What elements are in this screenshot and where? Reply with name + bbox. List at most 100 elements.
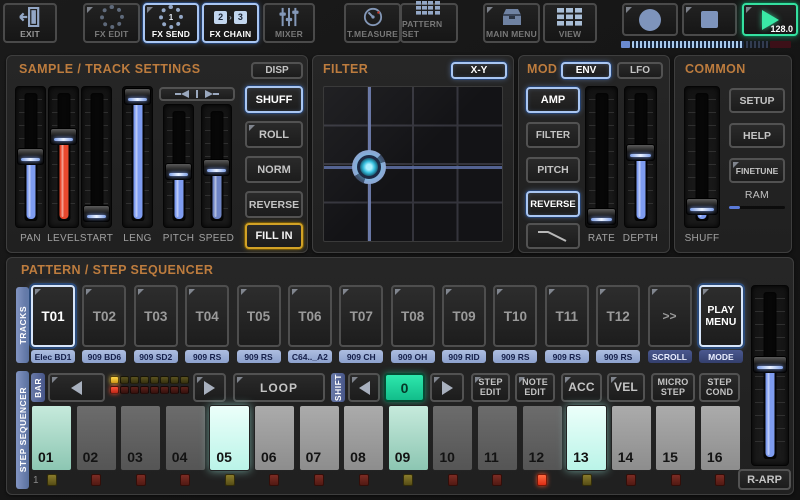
track-button-t10[interactable]: T10 xyxy=(493,285,537,347)
track-button-t02[interactable]: T02 xyxy=(82,285,126,347)
xy-mode-button[interactable]: X-Y xyxy=(451,62,507,79)
loop-button[interactable]: LOOP xyxy=(233,373,325,402)
mod-envelope-shape-button[interactable] xyxy=(526,223,580,249)
disp-button[interactable]: DISP xyxy=(251,62,303,79)
track-button-t08[interactable]: T08 xyxy=(391,285,435,347)
note-edit-button[interactable]: NOTEEDIT xyxy=(515,373,555,402)
speed-slider[interactable] xyxy=(201,104,232,228)
track-button-t11[interactable]: T11 xyxy=(545,285,589,347)
help-button[interactable]: HELP xyxy=(729,123,785,148)
track-button-t05[interactable]: T05 xyxy=(237,285,281,347)
record-button[interactable] xyxy=(622,3,678,36)
reverse-button[interactable]: REVERSE xyxy=(245,191,303,218)
sample-select-arrows[interactable] xyxy=(159,87,235,101)
bar-next-button[interactable] xyxy=(193,373,226,402)
mod-pitch-button[interactable]: PITCH xyxy=(526,157,580,183)
bar-indicator-icon[interactable] xyxy=(150,386,159,394)
step-pad-04[interactable]: 04 xyxy=(165,405,206,471)
step-pad-05[interactable]: 05 xyxy=(209,405,250,471)
step-pad-10[interactable]: 10 xyxy=(432,405,473,471)
bar-prev-button[interactable] xyxy=(48,373,105,402)
step-pad-08[interactable]: 08 xyxy=(343,405,384,471)
step-pad-06[interactable]: 06 xyxy=(254,405,295,471)
shuff-button[interactable]: SHUFF xyxy=(245,86,303,113)
view-button[interactable]: VIEW xyxy=(543,3,597,43)
step-pad-07[interactable]: 07 xyxy=(299,405,340,471)
tab-env[interactable]: ENV xyxy=(561,62,611,79)
bar-select-grid[interactable] xyxy=(110,376,189,394)
exit-button[interactable]: EXIT xyxy=(3,3,57,43)
bar-indicator-icon[interactable] xyxy=(140,376,149,384)
track-button-t06[interactable]: T06 xyxy=(288,285,332,347)
step-edit-button[interactable]: STEPEDIT xyxy=(471,373,510,402)
bar-indicator-icon[interactable] xyxy=(110,386,119,394)
step-pad-16[interactable]: 16 xyxy=(700,405,741,471)
start-slider[interactable] xyxy=(81,86,112,228)
fill-in-button[interactable]: FILL IN xyxy=(245,223,303,249)
stop-button[interactable] xyxy=(682,3,737,36)
bar-indicator-icon[interactable] xyxy=(150,376,159,384)
velocity-button[interactable]: VEL xyxy=(607,373,645,402)
play-button[interactable]: 128.0 xyxy=(742,3,798,36)
bar-indicator-icon[interactable] xyxy=(160,386,169,394)
bar-indicator-icon[interactable] xyxy=(160,376,169,384)
shift-prev-button[interactable] xyxy=(348,373,380,402)
bar-indicator-icon[interactable] xyxy=(170,386,179,394)
mod-filter-button[interactable]: FILTER xyxy=(526,122,580,148)
step-cond-button[interactable]: STEPCOND xyxy=(699,373,740,402)
track-button-t07[interactable]: T07 xyxy=(339,285,383,347)
setup-button[interactable]: SETUP xyxy=(729,88,785,113)
mod-amp-button[interactable]: AMP xyxy=(526,87,580,113)
pan-slider[interactable] xyxy=(15,86,46,228)
step-pad-01[interactable]: 01 xyxy=(31,405,72,471)
t-measure-button[interactable]: T.MEASURE xyxy=(344,3,401,43)
track-button-t01[interactable]: T01 xyxy=(31,285,75,347)
tab-lfo[interactable]: LFO xyxy=(617,62,663,79)
roll-button[interactable]: ROLL xyxy=(245,121,303,148)
mod-depth-slider[interactable] xyxy=(624,86,657,228)
filter-xy-pad[interactable] xyxy=(323,86,503,242)
step-pad-03[interactable]: 03 xyxy=(120,405,161,471)
step-pad-02[interactable]: 02 xyxy=(76,405,117,471)
track-button-t03[interactable]: T03 xyxy=(134,285,178,347)
tracks-more-button[interactable]: >> xyxy=(648,285,692,347)
bar-indicator-icon[interactable] xyxy=(130,376,139,384)
step-pad-11[interactable]: 11 xyxy=(477,405,518,471)
shift-next-button[interactable] xyxy=(430,373,464,402)
norm-button[interactable]: NORM xyxy=(245,156,303,183)
r-arp-button[interactable]: R-ARP xyxy=(738,469,791,490)
step-pad-13[interactable]: 13 xyxy=(566,405,607,471)
fx-edit-button[interactable]: FX EDIT xyxy=(83,3,140,43)
pitch-slider[interactable] xyxy=(163,104,194,228)
common-shuff-slider[interactable] xyxy=(684,86,720,228)
accent-button[interactable]: ACC xyxy=(561,373,602,402)
main-menu-button[interactable]: MAIN MENU xyxy=(483,3,540,43)
play-menu-button[interactable]: PLAYMENU xyxy=(699,285,743,347)
fx-send-button[interactable]: 1 FX SEND xyxy=(143,3,199,43)
bar-indicator-icon[interactable] xyxy=(180,386,189,394)
mixer-button[interactable]: MIXER xyxy=(263,3,315,43)
track-button-t04[interactable]: T04 xyxy=(185,285,229,347)
bar-indicator-icon[interactable] xyxy=(170,376,179,384)
step-pad-15[interactable]: 15 xyxy=(655,405,696,471)
leng-slider[interactable] xyxy=(122,86,153,228)
bar-indicator-icon[interactable] xyxy=(140,386,149,394)
pattern-set-button[interactable]: PATTERN SET xyxy=(400,3,458,43)
track-button-t12[interactable]: T12 xyxy=(596,285,640,347)
bar-indicator-icon[interactable] xyxy=(180,376,189,384)
fx-chain-button[interactable]: 2›3 FX CHAIN xyxy=(202,3,259,43)
track-button-t09[interactable]: T09 xyxy=(442,285,486,347)
bar-indicator-icon[interactable] xyxy=(110,376,119,384)
xy-crosshair-puck[interactable] xyxy=(352,150,386,184)
mod-rate-slider[interactable] xyxy=(585,86,618,228)
level-slider[interactable] xyxy=(48,86,79,228)
mod-reverse-button[interactable]: REVERSE xyxy=(526,191,580,217)
step-pad-14[interactable]: 14 xyxy=(611,405,652,471)
bar-indicator-icon[interactable] xyxy=(130,386,139,394)
finetune-button[interactable]: FINETUNE xyxy=(729,158,785,183)
micro-step-button[interactable]: MICROSTEP xyxy=(651,373,695,402)
bar-indicator-icon[interactable] xyxy=(120,376,129,384)
master-level-slider[interactable] xyxy=(751,285,789,466)
step-pad-09[interactable]: 09 xyxy=(388,405,429,471)
step-pad-12[interactable]: 12 xyxy=(522,405,563,471)
